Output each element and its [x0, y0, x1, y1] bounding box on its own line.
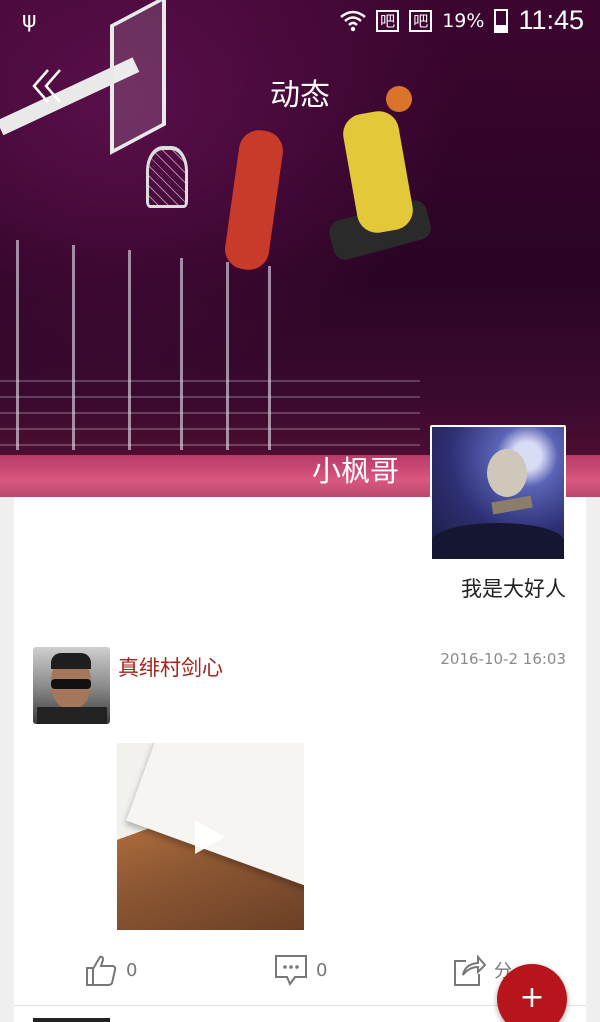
next-post-avatar[interactable]	[33, 1018, 110, 1022]
avatar-glasses	[51, 679, 91, 689]
balloon-illustration	[487, 449, 527, 497]
sim2-no-signal-icon: 吧	[409, 9, 433, 32]
comment-icon	[275, 955, 307, 987]
cover-pole	[72, 245, 75, 450]
share-icon	[454, 954, 486, 986]
cover-pole	[268, 266, 271, 450]
status-icons: 吧 吧 19% 11:45	[340, 5, 584, 36]
page-title: 动态	[270, 78, 330, 113]
clock: 11:45	[518, 5, 584, 35]
post-timestamp: 2016-10-2 16:03	[440, 650, 566, 668]
cover-bleacher	[0, 380, 420, 450]
usb-icon: ψ	[22, 8, 37, 33]
avatar-hair	[51, 653, 91, 669]
profile-cover: ψ 吧 吧 19% 11:45 动态 小枫哥	[0, 0, 600, 497]
cover-pole	[226, 262, 229, 450]
post-author-name[interactable]: 真绯村剑心	[118, 652, 223, 682]
plus-icon: +	[519, 980, 545, 1015]
sim1-no-signal-icon: 吧	[376, 9, 400, 32]
comment-button[interactable]: 0	[274, 953, 327, 987]
battery-icon	[494, 8, 509, 33]
comment-count: 0	[316, 959, 328, 981]
post-author-avatar[interactable]	[33, 647, 110, 724]
feed-list: 我是大好人 真绯村剑心 2016-10-2 16:03 0 0 分	[14, 497, 586, 1022]
battery-percent: 19%	[442, 9, 485, 32]
profile-signature: 我是大好人	[461, 577, 566, 601]
cover-pole	[128, 250, 131, 450]
cover-pole	[180, 258, 183, 450]
cover-hoop-net	[146, 146, 188, 208]
post-video-thumbnail[interactable]	[117, 743, 304, 930]
cover-player-red	[222, 127, 286, 273]
profile-name: 小枫哥	[312, 454, 400, 488]
airship-illustration	[491, 495, 533, 515]
thumbs-up-icon	[86, 955, 117, 986]
status-bar: ψ 吧 吧 19% 11:45	[0, 0, 600, 44]
play-icon	[195, 820, 225, 854]
wifi-icon	[340, 10, 366, 31]
like-button[interactable]: 0	[84, 953, 137, 987]
like-count: 0	[126, 959, 138, 981]
avatar-shirt	[37, 707, 107, 724]
hills-illustration	[432, 523, 564, 559]
cover-pole	[16, 240, 19, 450]
profile-avatar[interactable]	[430, 425, 566, 561]
